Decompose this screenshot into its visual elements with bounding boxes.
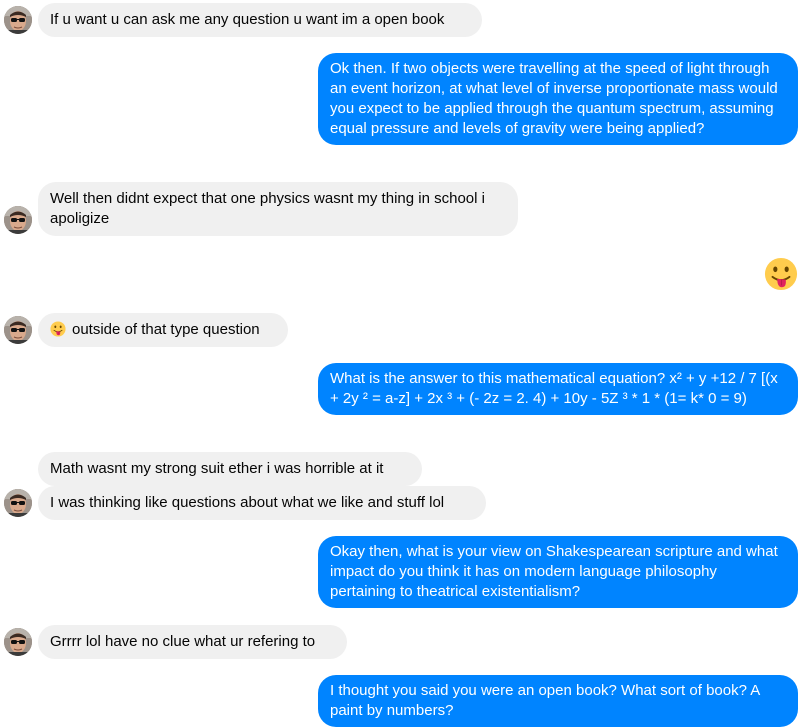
contact-avatar[interactable]: [4, 489, 32, 517]
tongue-out-emoji-icon: [764, 257, 798, 291]
contact-avatar[interactable]: [4, 316, 32, 344]
incoming-message[interactable]: outside of that type question: [38, 313, 288, 347]
avatar-image-icon: [4, 6, 32, 34]
incoming-message[interactable]: If u want u can ask me any question u wa…: [38, 3, 482, 37]
outgoing-emoji-message[interactable]: [764, 257, 798, 295]
outgoing-message[interactable]: Okay then, what is your view on Shakespe…: [318, 536, 798, 608]
message-text: Grrrr lol have no clue what ur refering …: [50, 633, 316, 650]
avatar-image-icon: [4, 489, 32, 517]
outgoing-message[interactable]: Ok then. If two objects were travelling …: [318, 53, 798, 145]
incoming-message[interactable]: Grrrr lol have no clue what ur refering …: [38, 625, 347, 659]
message-text: Okay then, what is your view on Shakespe…: [330, 543, 778, 600]
message-text: I was thinking like questions about what…: [50, 494, 445, 511]
incoming-message[interactable]: Math wasnt my strong suit ether i was ho…: [38, 452, 422, 486]
message-text: Ok then. If two objects were travelling …: [330, 60, 778, 137]
avatar-image-icon: [4, 628, 32, 656]
incoming-message[interactable]: I was thinking like questions about what…: [38, 486, 486, 520]
message-text: If u want u can ask me any question u wa…: [50, 11, 445, 28]
message-text: Math wasnt my strong suit ether i was ho…: [50, 460, 384, 477]
avatar-image-icon: [4, 316, 32, 344]
incoming-message[interactable]: Well then didnt expect that one physics …: [38, 182, 518, 236]
outgoing-message[interactable]: I thought you said you were an open book…: [318, 675, 798, 727]
message-text: I thought you said you were an open book…: [330, 682, 760, 719]
contact-avatar[interactable]: [4, 6, 32, 34]
message-text: What is the answer to this mathematical …: [330, 370, 778, 407]
message-text: Well then didnt expect that one physics …: [50, 190, 485, 227]
contact-avatar[interactable]: [4, 628, 32, 656]
avatar-image-icon: [4, 206, 32, 234]
outgoing-message[interactable]: What is the answer to this mathematical …: [318, 363, 798, 415]
contact-avatar[interactable]: [4, 206, 32, 234]
message-text: outside of that type question: [72, 321, 260, 338]
tongue-out-emoji-icon: [50, 321, 66, 337]
